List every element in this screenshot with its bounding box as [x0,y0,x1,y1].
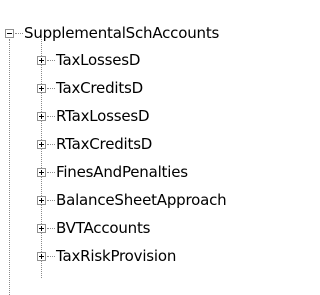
collapse-toggle-icon[interactable] [5,29,14,38]
expand-toggle-icon[interactable] [37,140,46,149]
tree-node-r-tax-credits-d[interactable]: RTaxCreditsD [56,135,152,153]
tree-connector [47,60,55,61]
tree-connector [15,33,23,34]
expand-toggle-icon[interactable] [37,112,46,121]
tree-node-balance-sheet-approach[interactable]: BalanceSheetApproach [56,191,227,209]
tree-connector [47,88,55,89]
expand-toggle-icon[interactable] [37,224,46,233]
tree-node-bvt-accounts[interactable]: BVTAccounts [56,219,150,237]
tree-connector [47,116,55,117]
tree-connector [47,256,55,257]
expand-toggle-icon[interactable] [37,252,46,261]
tree-connector [47,172,55,173]
tree-connector [47,200,55,201]
expand-toggle-icon[interactable] [37,84,46,93]
expand-toggle-icon[interactable] [37,56,46,65]
tree-node-fines-and-penalties[interactable]: FinesAndPenalties [56,163,188,181]
tree-view: SupplementalSchAccounts TaxLossesD TaxCr… [0,0,303,295]
tree-connector [47,228,55,229]
tree-node-tax-losses-d[interactable]: TaxLossesD [56,51,140,69]
tree-trunk-line [9,39,10,295]
tree-connector [47,144,55,145]
tree-node-root-label[interactable]: SupplementalSchAccounts [24,24,219,42]
tree-node-tax-credits-d[interactable]: TaxCreditsD [56,79,143,97]
tree-node-r-tax-losses-d[interactable]: RTaxLossesD [56,107,150,125]
tree-node-tax-risk-provision[interactable]: TaxRiskProvision [56,247,176,265]
expand-toggle-icon[interactable] [37,196,46,205]
expand-toggle-icon[interactable] [37,168,46,177]
tree-branch-line [41,39,42,278]
